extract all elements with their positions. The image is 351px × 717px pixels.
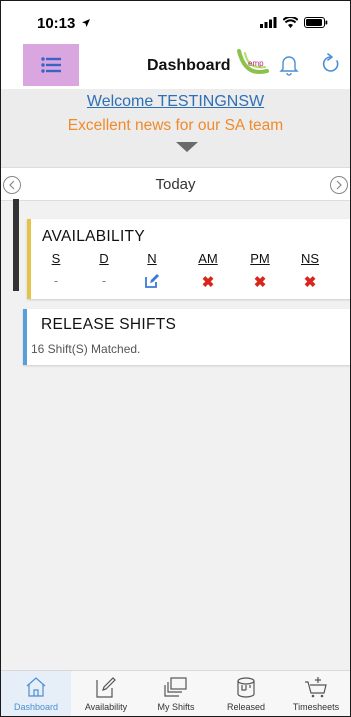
logo: emp [237, 49, 269, 74]
availability-value-d: - [101, 273, 107, 288]
release-shifts-title: RELEASE SHIFTS [41, 316, 177, 333]
availability-value-n[interactable] [137, 273, 167, 292]
news-text: Excellent news for our SA team [67, 117, 284, 134]
edit-icon [145, 274, 159, 288]
availability-column-n: N [147, 251, 157, 266]
availability-title: AVAILABILITY [42, 228, 145, 245]
refresh-icon[interactable] [321, 53, 341, 75]
app-screen: 10:13 Dashboard emp Welcome TESTINGNSW E… [0, 0, 351, 717]
location-arrow-icon [82, 19, 90, 27]
availability-column-d: D [99, 251, 109, 266]
availability-value-ns[interactable]: ✖ [295, 273, 325, 291]
menu-button[interactable] [23, 44, 79, 86]
tab-label: Availability [84, 702, 128, 712]
tab-label: Released [226, 702, 266, 712]
bucket-icon [237, 677, 255, 698]
tab-timesheets[interactable]: Timesheets [281, 671, 350, 716]
edit-icon [96, 677, 116, 698]
tab-label: My Shifts [157, 702, 195, 712]
page-title: Dashboard [147, 57, 231, 74]
signal-icon [260, 17, 277, 28]
menu-icon [41, 57, 61, 73]
status-bar: 10:13 [1, 1, 350, 41]
availability-value-am[interactable]: ✖ [193, 273, 223, 291]
availability-value-s: - [53, 273, 59, 288]
status-time: 10:13 [37, 15, 76, 32]
wifi-icon [283, 17, 298, 28]
availability-column-s: S [51, 251, 61, 266]
home-icon [26, 677, 46, 697]
cart-icon [305, 677, 327, 698]
date-bar: Today [1, 167, 350, 201]
date-label: Today [155, 176, 196, 193]
availability-card[interactable]: AVAILABILITY S D N AM PM NS - - ✖ ✖ ✖ [27, 219, 350, 299]
bottom-tab-bar: Dashboard Availability My Shifts Release… [1, 670, 350, 716]
logo-text: emp [248, 59, 264, 68]
availability-column-pm: PM [250, 251, 270, 266]
layers-icon [164, 677, 187, 697]
status-icons [260, 17, 328, 28]
app-header: Dashboard emp [1, 41, 350, 89]
tab-my-shifts[interactable]: My Shifts [141, 671, 211, 716]
release-shifts-count: 16 Shift(S) Matched. [31, 342, 141, 356]
next-day-icon[interactable] [329, 175, 349, 195]
tab-dashboard[interactable]: Dashboard [1, 671, 71, 716]
tab-label: Dashboard [13, 702, 59, 712]
welcome-link[interactable]: Welcome TESTINGNSW [1, 93, 350, 111]
release-shifts-card[interactable]: RELEASE SHIFTS 16 Shift(S) Matched. [23, 309, 350, 365]
bell-icon[interactable] [279, 54, 299, 76]
tab-released[interactable]: Released [211, 671, 281, 716]
expand-arrow-icon[interactable] [176, 142, 198, 152]
scroll-indicator [13, 199, 19, 291]
availability-value-pm[interactable]: ✖ [245, 273, 275, 291]
availability-column-ns: NS [300, 251, 320, 266]
availability-column-am: AM [198, 251, 218, 266]
battery-icon [304, 17, 328, 28]
welcome-panel: Welcome TESTINGNSW Excellent news for ou… [1, 89, 350, 167]
tab-availability[interactable]: Availability [71, 671, 141, 716]
tab-label: Timesheets [292, 702, 340, 712]
